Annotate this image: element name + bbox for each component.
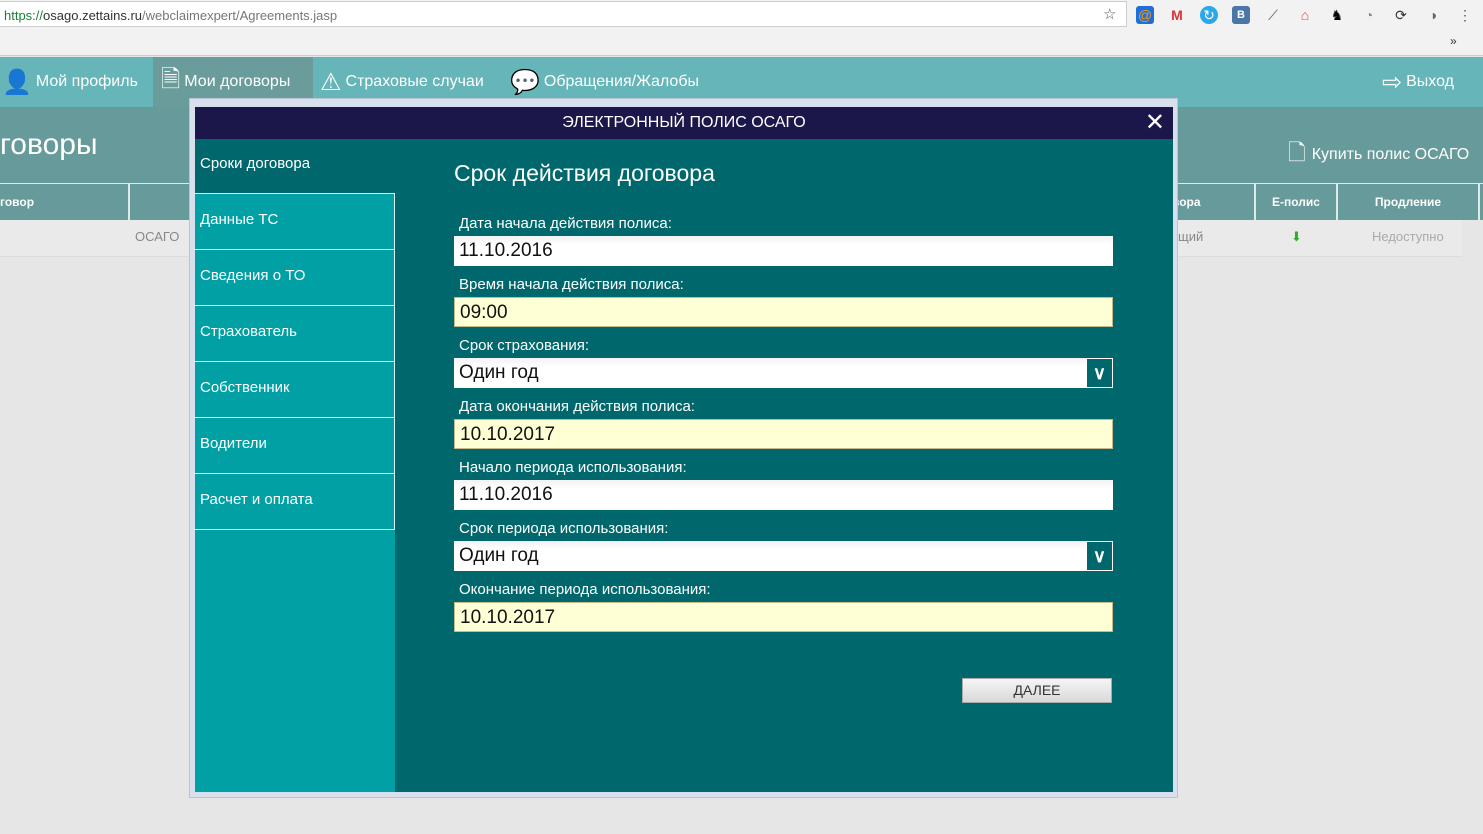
epolicy-dialog: ЭЛЕКТРОННЫЙ ПОЛИС ОСАГО ✕ Сроки договора … bbox=[189, 98, 1178, 798]
column-header: говор bbox=[0, 195, 35, 209]
vpn-off-icon[interactable]: ◔ bbox=[1360, 6, 1378, 24]
browser-toolbar: https://osago.zettains.ru/webclaimexpert… bbox=[0, 0, 1483, 56]
field-label: Срок страхования: bbox=[459, 337, 590, 354]
field-label: Начало периода использования: bbox=[459, 459, 687, 476]
column-header bbox=[128, 184, 188, 220]
chat-icon: 💬 bbox=[510, 68, 540, 96]
refresh-extension-icon[interactable]: ⟳ bbox=[1392, 6, 1410, 24]
field-label: Окончание периода использования: bbox=[459, 581, 711, 598]
usage-end-input[interactable]: 10.10.2017 bbox=[454, 602, 1113, 632]
policy-end-date-input[interactable]: 10.10.2017 bbox=[454, 419, 1113, 449]
cell-renewal: Недоступно bbox=[1372, 229, 1444, 244]
gmail-icon[interactable]: M bbox=[1168, 6, 1186, 24]
step-payment[interactable]: Расчет и оплата bbox=[195, 474, 395, 530]
download-epolicy-icon[interactable]: ⬇ bbox=[1291, 229, 1302, 245]
logout-button[interactable]: ⇨ Выход bbox=[1382, 57, 1454, 107]
extension-icon[interactable]: ♞ bbox=[1328, 6, 1346, 24]
step-drivers[interactable]: Водители bbox=[195, 418, 395, 474]
step-vehicle[interactable]: Данные ТС bbox=[195, 194, 395, 250]
sync-extension-icon[interactable]: ↻ bbox=[1200, 6, 1218, 24]
warning-icon: ⚠ bbox=[320, 68, 342, 96]
usage-start-input[interactable]: 11.10.2016 bbox=[454, 480, 1113, 510]
steps-sidebar: Сроки договора Данные ТС Сведения о ТО С… bbox=[195, 139, 395, 792]
home-extension-icon[interactable]: ⌂ bbox=[1296, 6, 1314, 24]
eyedropper-icon[interactable]: ⟋ bbox=[1264, 6, 1282, 24]
dialog-content: Срок действия договора Дата начала дейст… bbox=[395, 139, 1173, 792]
document-add-icon: 🗋 bbox=[1288, 140, 1306, 165]
address-bar[interactable]: https://osago.zettains.ru/webclaimexpert… bbox=[0, 1, 1127, 27]
usage-term-select[interactable]: Один год ∨ bbox=[454, 541, 1113, 571]
field-label: Срок периода использования: bbox=[459, 520, 669, 537]
page-title: говоры bbox=[0, 128, 98, 161]
column-header: Е-полис bbox=[1254, 184, 1336, 220]
policy-start-time-input[interactable]: 09:00 bbox=[454, 297, 1113, 327]
menu-dots-icon[interactable]: ⋮ bbox=[1456, 6, 1474, 24]
step-inspection[interactable]: Сведения о ТО bbox=[195, 250, 395, 306]
section-heading: Срок действия договора bbox=[454, 160, 715, 186]
user-edit-icon: 👤 bbox=[2, 68, 32, 96]
step-policyholder[interactable]: Страхователь bbox=[195, 306, 395, 362]
extension-globe-icon[interactable]: ◑ bbox=[1424, 6, 1442, 24]
step-terms[interactable]: Сроки договора bbox=[195, 139, 395, 194]
buy-policy-button[interactable]: 🗋 Купить полис ОСАГО bbox=[1288, 136, 1469, 174]
field-label: Дата окончания действия полиса: bbox=[459, 398, 695, 415]
nav-my-profile[interactable]: 👤 Мой профиль bbox=[0, 57, 153, 107]
chevron-down-icon[interactable]: ∨ bbox=[1086, 358, 1113, 388]
column-header: Продление bbox=[1336, 184, 1480, 220]
vk-icon[interactable]: В bbox=[1232, 6, 1250, 24]
cell-status: щий bbox=[1178, 229, 1204, 244]
document-icon: 🗎 bbox=[161, 65, 181, 93]
dialog-title: ЭЛЕКТРОННЫЙ ПОЛИС ОСАГО ✕ bbox=[195, 107, 1173, 139]
field-label: Время начала действия полиса: bbox=[459, 276, 684, 293]
policy-start-date-input[interactable]: 11.10.2016 bbox=[454, 236, 1113, 266]
insurance-term-select[interactable]: Один год ∨ bbox=[454, 358, 1113, 388]
bookmark-star-icon[interactable]: ☆ bbox=[1103, 5, 1116, 23]
step-owner[interactable]: Собственник bbox=[195, 362, 395, 418]
field-label: Дата начала действия полиса: bbox=[459, 215, 672, 232]
bookmarks-overflow[interactable]: » bbox=[1450, 34, 1457, 48]
cell-type: ОСАГО bbox=[135, 229, 180, 244]
column-header: вора bbox=[1172, 195, 1201, 209]
chevron-down-icon[interactable]: ∨ bbox=[1086, 541, 1113, 571]
exit-icon: ⇨ bbox=[1382, 68, 1403, 96]
mail-extension-icon[interactable]: @ bbox=[1136, 6, 1154, 24]
close-icon[interactable]: ✕ bbox=[1145, 107, 1165, 139]
next-button[interactable]: ДАЛЕЕ bbox=[962, 678, 1112, 703]
